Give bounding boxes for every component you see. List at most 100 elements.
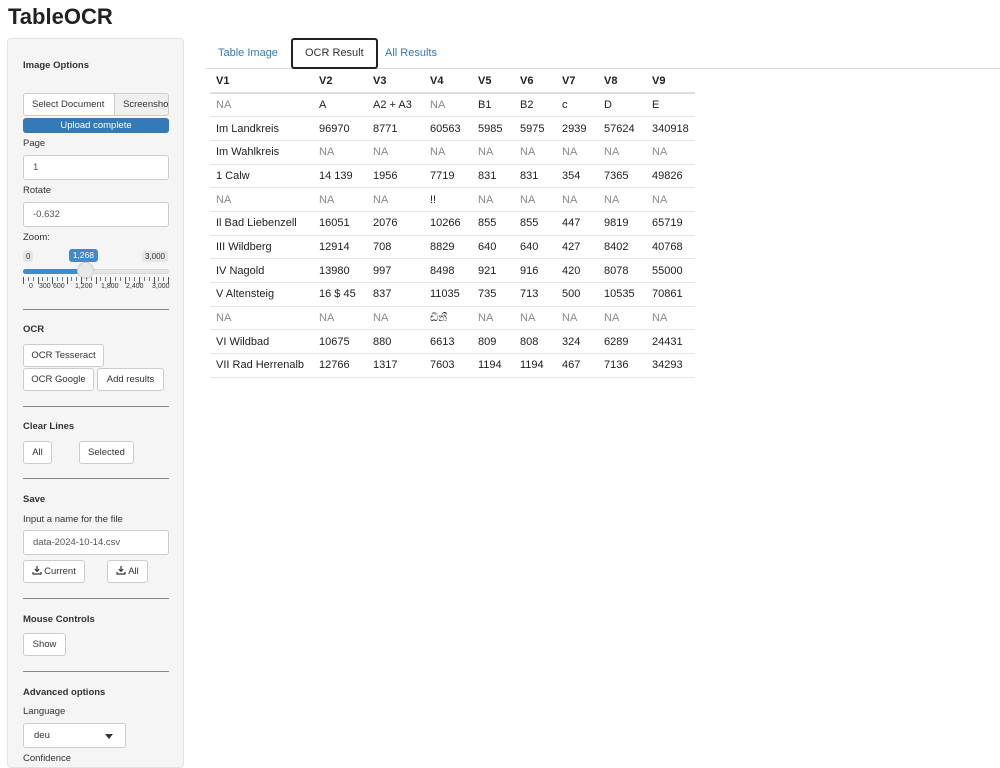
slider-tick — [148, 277, 150, 281]
table-cell: 55000 — [646, 258, 695, 283]
table-cell: NA — [210, 93, 313, 118]
table-cell: Im Wahlkreis — [210, 140, 313, 165]
zoom-slider-bar — [23, 269, 85, 274]
zoom-tick-label: 600 — [53, 283, 65, 290]
table-cell: 11035 — [424, 282, 472, 307]
table-cell: 855 — [472, 211, 514, 236]
slider-tick — [23, 277, 24, 284]
table-cell: NA — [367, 140, 424, 165]
upload-progress-bar: Upload complete — [23, 118, 169, 133]
tab-ocr-result[interactable]: OCR Result — [291, 38, 378, 69]
mouse-show-button[interactable]: Show — [23, 633, 66, 656]
column-header: V6 — [514, 70, 556, 94]
table-cell: 9819 — [598, 211, 646, 236]
table-row[interactable]: NA NA NA ඩිනී NA NA NA NA NA — [210, 306, 695, 331]
screenshot-button[interactable]: Screenshot — [115, 93, 169, 116]
table-cell: 420 — [556, 258, 598, 283]
table-cell: 340918 — [646, 116, 695, 141]
table-cell: NA — [514, 140, 556, 165]
slider-tick — [76, 277, 78, 281]
table-row[interactable]: Il Bad Liebenzell 16051 2076 10266 855 855 447… — [210, 211, 695, 236]
table-cell: NA — [598, 187, 646, 212]
table-cell: 16051 — [313, 211, 367, 236]
table-cell: 467 — [556, 353, 598, 378]
table-cell: A2 + A3 — [367, 93, 424, 118]
sidebar: Image Options Select Document Screenshot… — [7, 38, 184, 768]
ocr-result-table: V1 V2 V3 V4 V5 V6 V7 V8 V9 NA A A2 + A3 NA B1 B2 c D E Im… — [210, 70, 695, 378]
zoom-tick-label: 2,400 — [126, 283, 144, 290]
ocr-heading: OCR — [23, 324, 45, 335]
download-icon — [32, 566, 42, 575]
table-cell: 1194 — [472, 353, 514, 378]
zoom-tick-label: 300 — [39, 283, 51, 290]
table-cell: 40768 — [646, 235, 695, 260]
table-row[interactable]: NA A A2 + A3 NA B1 B2 c D E — [210, 93, 695, 118]
table-cell: 12914 — [313, 235, 367, 260]
table-cell: NA — [313, 187, 367, 212]
clear-selected-button[interactable]: Selected — [79, 441, 134, 464]
table-cell: 57624 — [598, 116, 646, 141]
add-results-button[interactable]: Add results — [97, 368, 164, 391]
download-all-button[interactable]: All — [107, 560, 148, 583]
table-cell: ඩිනී — [424, 306, 472, 331]
table-cell: 997 — [367, 258, 424, 283]
tab-table-image[interactable]: Table Image — [206, 38, 290, 68]
table-cell: 65719 — [646, 211, 695, 236]
table-cell: !! — [424, 187, 472, 212]
table-cell: NA — [646, 187, 695, 212]
table-row[interactable]: 1 Calw 14 139 1956 7719 831 831 354 7365 49826 — [210, 164, 695, 189]
table-row[interactable]: NA NA NA!! NA NA NA NA NA — [210, 187, 695, 212]
table-header-row: V1 V2 V3 V4 V5 V6 V7 V8 V9 — [210, 70, 695, 94]
table-row[interactable]: Im Wahlkreis NA NA NA NA NA NA NA NA — [210, 140, 695, 165]
table-cell: 8829 — [424, 235, 472, 260]
download-current-button[interactable]: Current — [23, 560, 85, 583]
table-cell: 640 — [514, 235, 556, 260]
table-row[interactable]: V Altensteig 16 $ 45 837 11035 735 713 500 1053… — [210, 282, 695, 307]
table-cell: NA — [646, 306, 695, 331]
slider-tick — [114, 277, 116, 281]
table-cell: 916 — [514, 258, 556, 283]
table-cell: 1317 — [367, 353, 424, 378]
image-options-heading: Image Options — [23, 60, 89, 71]
table-row[interactable]: III Wildberg 12914 708 8829 640 640 427 8402 407… — [210, 235, 695, 260]
clear-all-button[interactable]: All — [23, 441, 52, 464]
zoom-min-label: 0 — [23, 251, 34, 262]
tab-all-results[interactable]: All Results — [373, 38, 449, 68]
table-cell: NA — [556, 306, 598, 331]
rotate-input[interactable]: -0.632 — [23, 202, 169, 227]
table-cell: D — [598, 93, 646, 118]
column-header: V3 — [367, 70, 424, 94]
rotate-label: Rotate — [23, 185, 51, 196]
table-cell: NA — [210, 306, 313, 331]
table-cell: B1 — [472, 93, 514, 118]
divider — [23, 478, 169, 479]
table-row[interactable]: VII Rad Herrenalb 12766 1317 7603 1194 1194 46… — [210, 353, 695, 378]
table-cell: 708 — [367, 235, 424, 260]
table-cell: 34293 — [646, 353, 695, 378]
column-header: V9 — [646, 70, 695, 94]
page-input[interactable]: 1 — [23, 155, 169, 180]
table-cell: VII Rad Herrenalb — [210, 353, 313, 378]
divider — [23, 671, 169, 672]
language-value: deu — [34, 730, 50, 741]
table-cell: NA — [367, 187, 424, 212]
table-row[interactable]: Im Landkreis 96970 8771 60563 5985 5975 2939 57… — [210, 116, 695, 141]
column-header: V8 — [598, 70, 646, 94]
ocr-google-button[interactable]: OCR Google — [23, 368, 94, 391]
table-row[interactable]: IV Nagold 13980 997 8498 921 916 420 8078 55000 — [210, 258, 695, 283]
filename-input[interactable]: data-2024-10-14.csv — [23, 530, 169, 555]
table-cell: 7365 — [598, 164, 646, 189]
zoom-tick-label: 3,000 — [152, 283, 170, 290]
clear-lines-heading: Clear Lines — [23, 421, 75, 432]
slider-tick — [163, 277, 165, 281]
table-cell: c — [556, 93, 598, 118]
select-document-button[interactable]: Select Document — [23, 93, 115, 116]
table-cell: 24431 — [646, 329, 695, 355]
ocr-tesseract-button[interactable]: OCR Tesseract — [23, 344, 104, 367]
slider-tick — [61, 277, 63, 281]
table-cell: 1 Calw — [210, 164, 313, 189]
table-cell: NA — [424, 93, 472, 118]
table-row[interactable]: VI Wildbad 10675 880 6613 809 808 324 6289 24431 — [210, 329, 695, 355]
table-cell: Il Bad Liebenzell — [210, 211, 313, 236]
language-select[interactable]: deu — [23, 723, 126, 748]
